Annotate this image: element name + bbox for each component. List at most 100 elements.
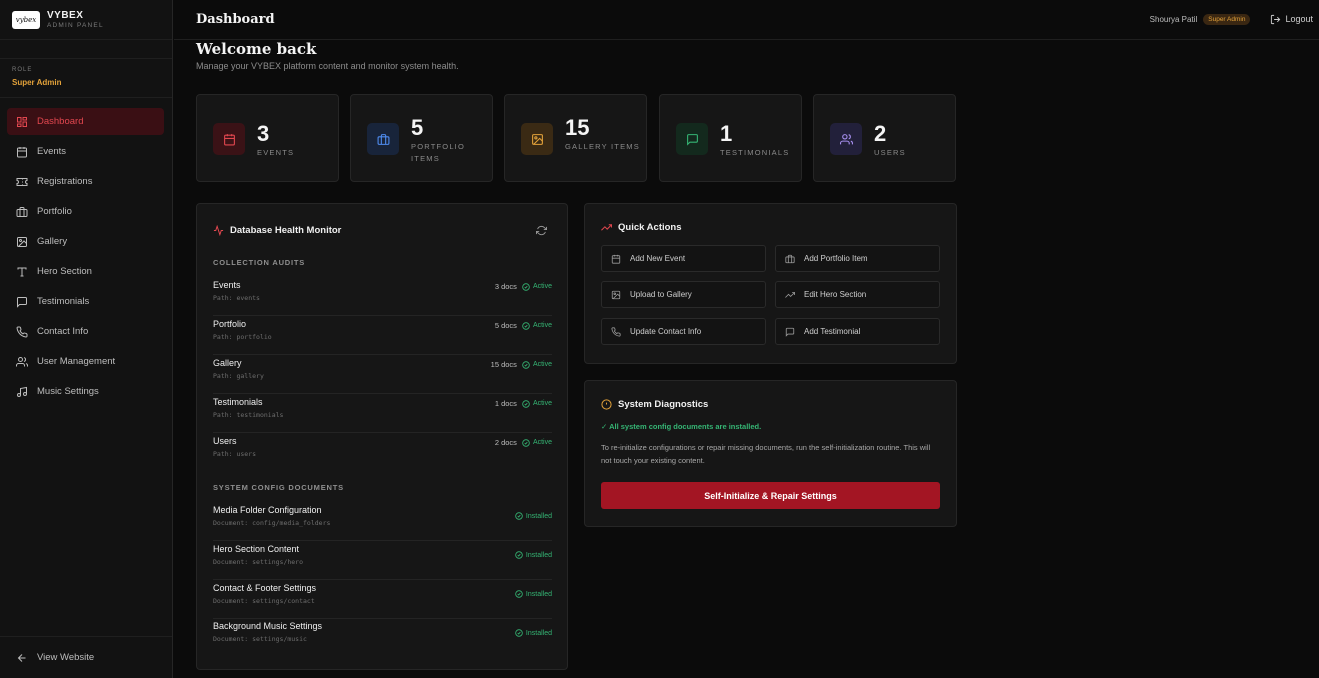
doc-count: 1 docs: [494, 399, 517, 408]
sidebar-item-label: Contact Info: [37, 326, 89, 337]
db-health-title-text: Database Health Monitor: [230, 225, 342, 236]
sidebar-item-dashboard[interactable]: Dashboard: [7, 108, 164, 135]
status-text: Installed: [525, 512, 552, 520]
config-name: Hero Section Content: [213, 544, 300, 554]
sidebar-nav: Dashboard Events Registrations Portfolio…: [7, 108, 164, 408]
diagnostics-description: To re-initialize configurations or repai…: [601, 443, 931, 465]
status-text: Active: [532, 400, 552, 407]
stat-card-gallery: 15 GALLERY ITEMS: [504, 94, 647, 182]
stat-value: 2: [874, 121, 887, 146]
brand-subtitle: ADMIN PANEL: [47, 21, 104, 29]
page-title: Dashboard: [196, 12, 275, 27]
update-contact-info-button[interactable]: Update Contact Info: [601, 318, 766, 345]
stat-card-testimonials: 1 TESTIMONIALS: [659, 94, 802, 182]
stat-label: TESTIMONIALS: [720, 148, 790, 157]
role-label: ROLE: [12, 67, 33, 73]
config-path: Document: settings/hero: [213, 558, 304, 566]
check-circle-icon: [522, 360, 530, 369]
view-website-link[interactable]: View Website: [0, 636, 172, 678]
trending-up-icon: [785, 291, 795, 298]
logout-button[interactable]: Logout: [1270, 14, 1313, 25]
quick-actions-title: Quick Actions: [601, 222, 682, 233]
config-row: Contact & Footer Settings Document: sett…: [213, 580, 552, 619]
config-status: Installed: [510, 629, 552, 637]
status-text: Active: [532, 439, 552, 446]
check-circle-icon: [522, 438, 530, 447]
collection-status: 15 docs Active: [491, 360, 552, 369]
collection-name: Portfolio: [213, 319, 247, 329]
sidebar-item-label: Portfolio: [37, 206, 72, 217]
type-icon: [17, 267, 27, 276]
briefcase-icon: [16, 206, 28, 217]
stat-card-events: 3 EVENTS: [196, 94, 339, 182]
collection-status: 1 docs Active: [495, 399, 552, 408]
sidebar-item-portfolio[interactable]: Portfolio: [7, 198, 164, 225]
phone-icon: [611, 326, 621, 337]
stat-value: 3: [257, 121, 270, 146]
sidebar-item-label: Registrations: [37, 176, 93, 187]
status-badge: Active: [522, 321, 552, 330]
edit-hero-section-button[interactable]: Edit Hero Section: [775, 281, 940, 308]
alert-circle-icon: [601, 399, 612, 410]
diagnostics-status: ✓ All system config documents are instal…: [601, 422, 762, 431]
ticket-icon: [16, 177, 28, 186]
upload-to-gallery-button[interactable]: Upload to Gallery: [601, 281, 766, 308]
button-label: Upload to Gallery: [630, 290, 692, 299]
stat-label: GALLERY ITEMS: [565, 142, 640, 151]
check-circle-icon: [515, 590, 523, 598]
collection-row: Events Path: events 3 docs Active: [213, 277, 552, 316]
add-new-event-button[interactable]: Add New Event: [601, 245, 766, 272]
collection-path: Path: testimonials: [213, 411, 284, 419]
button-label: Update Contact Info: [630, 327, 702, 336]
role-badge: Super Admin: [1203, 13, 1251, 25]
admin-app: vybex VYBEX ADMIN PANEL ROLE Super Admin…: [0, 0, 1319, 678]
diagnostics-title-text: System Diagnostics: [618, 399, 709, 410]
self-initialize-repair-button[interactable]: Self-Initialize & Repair Settings: [601, 482, 940, 509]
sidebar-item-events[interactable]: Events: [7, 138, 164, 165]
config-name: Background Music Settings: [213, 621, 323, 631]
message-icon: [785, 327, 795, 337]
sidebar-item-gallery[interactable]: Gallery: [7, 228, 164, 255]
button-label: Add Portfolio Item: [804, 254, 868, 263]
collection-name: Users: [213, 436, 237, 446]
role-value: Super Admin: [12, 78, 62, 87]
collection-status: 3 docs Active: [495, 282, 552, 291]
status-badge: Active: [522, 438, 552, 447]
collections-label: COLLECTION AUDITS: [213, 258, 306, 267]
button-label: Add New Event: [630, 254, 686, 263]
config-name: Contact & Footer Settings: [213, 583, 317, 593]
config-status: Installed: [510, 512, 552, 520]
sidebar-item-hero-section[interactable]: Hero Section: [7, 258, 164, 285]
image-icon: [17, 236, 27, 247]
add-portfolio-item-button[interactable]: Add Portfolio Item: [775, 245, 940, 272]
refresh-icon[interactable]: [536, 225, 547, 236]
sidebar-item-registrations[interactable]: Registrations: [7, 168, 164, 195]
sidebar-item-label: Events: [37, 146, 67, 157]
collection-path: Path: gallery: [213, 372, 264, 380]
stat-value: 5: [411, 115, 424, 140]
brand-logo: vybex: [12, 10, 40, 29]
status-badge: Active: [522, 399, 552, 408]
collection-status: 2 docs Active: [495, 438, 552, 447]
message-icon: [676, 123, 708, 155]
sidebar-item-contact-info[interactable]: Contact Info: [7, 318, 164, 345]
sidebar-item-testimonials[interactable]: Testimonials: [7, 288, 164, 315]
sidebar-item-music-settings[interactable]: Music Settings: [7, 378, 164, 405]
db-health-title: Database Health Monitor: [213, 225, 341, 236]
config-status: Installed: [510, 590, 552, 598]
status-badge: Installed: [515, 590, 552, 598]
check-circle-icon: [515, 551, 523, 559]
sidebar-item-label: User Management: [37, 356, 116, 367]
collection-path: Path: events: [213, 294, 260, 302]
collection-row: Users Path: users 2 docs Active: [213, 433, 552, 472]
add-testimonial-button[interactable]: Add Testimonial: [775, 318, 940, 345]
collection-name: Gallery: [213, 358, 242, 368]
diagnostics-title: System Diagnostics: [601, 399, 708, 410]
status-badge: Active: [522, 360, 552, 369]
calendar-icon: [17, 146, 27, 157]
briefcase-icon: [367, 123, 399, 155]
dashboard-icon: [17, 116, 27, 127]
sidebar-item-user-management[interactable]: User Management: [7, 348, 164, 375]
config-path: Document: settings/music: [213, 635, 307, 643]
check-circle-icon: [515, 512, 523, 520]
